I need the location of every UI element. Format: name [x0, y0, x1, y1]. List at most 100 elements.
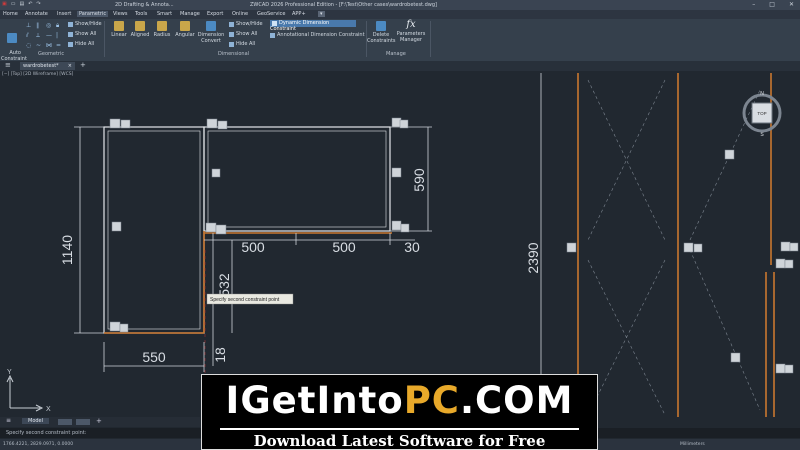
dimension-convert-button[interactable]: Dimension Convert: [197, 21, 225, 44]
parameters-manager-button[interactable]: fx Parameters Manager: [396, 19, 426, 43]
dimension-text-550[interactable]: 550: [142, 349, 166, 365]
menu-manage[interactable]: Manage: [180, 11, 200, 17]
constraint-grip[interactable]: [109, 118, 121, 129]
constraint-grip[interactable]: [111, 221, 122, 232]
constraint-grip[interactable]: [206, 118, 218, 129]
constraint-grip[interactable]: [119, 323, 129, 333]
coincident-icon[interactable]: ⊥: [26, 22, 34, 30]
symmetric-icon[interactable]: ⋈: [46, 42, 54, 49]
constraint-grip[interactable]: [391, 167, 402, 178]
menu-views[interactable]: Views: [113, 11, 127, 17]
workspace-selector[interactable]: 2D Drafting & Annota...: [115, 2, 174, 8]
view-cube-top[interactable]: TOP: [757, 111, 766, 116]
menu-tools[interactable]: Tools: [135, 11, 147, 17]
dim-show-hide-button[interactable]: Show/Hide: [229, 21, 263, 27]
radius-button[interactable]: Radius: [152, 21, 172, 38]
constraint-grip[interactable]: [784, 364, 794, 374]
dimension-text-590[interactable]: 590: [411, 168, 427, 192]
constraint-grip[interactable]: [789, 242, 799, 252]
geometric-show-hide-button[interactable]: Show/Hide: [68, 21, 102, 27]
linear-button[interactable]: Linear: [109, 21, 129, 38]
perpendicular-icon[interactable]: ⟂: [36, 32, 44, 40]
constraint-grip[interactable]: [693, 243, 703, 253]
app-logo-icon[interactable]: ▣: [2, 1, 7, 7]
geometric-hide-all-button[interactable]: Hide All: [68, 41, 94, 47]
dimension-text-2390[interactable]: 2390: [525, 242, 541, 273]
constraint-grip[interactable]: [399, 119, 409, 129]
constraint-grip[interactable]: [120, 119, 131, 129]
dimension-text-500-a[interactable]: 500: [241, 239, 265, 255]
redo-icon[interactable]: ↷: [36, 1, 40, 7]
dimension-text-30[interactable]: 30: [404, 239, 420, 255]
drawing-canvas[interactable]: 1140 590 500 500 30 532 550 18 2390 Spec…: [0, 70, 800, 417]
units-display[interactable]: Millimeters: [680, 442, 705, 447]
menu-geoservice[interactable]: GeoService: [257, 11, 286, 17]
vertical-icon[interactable]: |: [56, 32, 64, 40]
maximize-icon[interactable]: □: [769, 1, 775, 8]
tab-wardrobetest[interactable]: wardrobetest* ×: [20, 62, 75, 70]
constraint-grip[interactable]: [775, 258, 786, 269]
constraint-grip[interactable]: [205, 222, 217, 233]
undo-icon[interactable]: ↶: [28, 1, 32, 7]
menu-home[interactable]: Home: [3, 11, 18, 17]
dimensional-section-label: Dimensional: [218, 51, 250, 57]
constraint-grip[interactable]: [391, 220, 402, 231]
constraint-grip[interactable]: [775, 363, 786, 374]
constraint-grip[interactable]: [566, 242, 577, 253]
menu-annotate[interactable]: Annotate: [25, 11, 48, 17]
tab-model[interactable]: Model: [22, 418, 50, 424]
menu-export[interactable]: Export: [207, 11, 223, 17]
dimension-text-500-b[interactable]: 500: [332, 239, 356, 255]
menu-insert[interactable]: Insert: [57, 11, 71, 17]
geometric-show-all-button[interactable]: Show All: [68, 31, 96, 37]
constraint-grip[interactable]: [730, 352, 741, 363]
collinear-icon[interactable]: ∥: [36, 22, 44, 30]
view-cube-north[interactable]: N: [760, 91, 764, 97]
menu-parametric[interactable]: Parametric: [77, 11, 109, 17]
menu-icon[interactable]: ≡: [5, 61, 11, 69]
close-icon[interactable]: ✕: [789, 1, 794, 8]
horizontal-icon[interactable]: —: [46, 32, 54, 40]
save-icon[interactable]: ▤: [19, 1, 24, 7]
constraint-grip[interactable]: [391, 117, 402, 128]
equal-icon[interactable]: =: [56, 42, 64, 49]
dimension-text-1140[interactable]: 1140: [59, 235, 75, 265]
close-tab-icon[interactable]: ×: [68, 62, 72, 70]
add-layout-icon[interactable]: +: [96, 417, 102, 425]
tab-layout2[interactable]: [76, 419, 90, 425]
delete-constraints-button[interactable]: Delete Constraints: [367, 21, 396, 44]
concentric-icon[interactable]: ◎: [46, 22, 54, 30]
minimize-icon[interactable]: –: [752, 1, 755, 8]
dim-hide-all-button[interactable]: Hide All: [229, 41, 255, 47]
menu-smart[interactable]: Smart: [157, 11, 172, 17]
constraint-grip[interactable]: [109, 321, 121, 332]
menu-appplus[interactable]: APP+: [292, 11, 306, 17]
constraint-grip[interactable]: [400, 223, 410, 233]
parallel-icon[interactable]: ⫽: [26, 32, 34, 40]
angular-button[interactable]: Angular: [174, 21, 196, 38]
dimension-text-18[interactable]: 18: [212, 347, 228, 363]
constraint-grip[interactable]: [211, 168, 221, 178]
ribbon-toggle-icon[interactable]: ▾: [318, 11, 325, 17]
dim-show-all-button[interactable]: Show All: [229, 31, 257, 37]
fix-icon[interactable]: 🔒︎: [56, 22, 64, 30]
open-icon[interactable]: ▭: [11, 1, 16, 7]
aligned-button[interactable]: Aligned: [129, 21, 151, 38]
annotational-dimension-constraint-button[interactable]: Annotational Dimension Constraint: [270, 32, 365, 38]
new-tab-icon[interactable]: +: [80, 61, 86, 69]
dimension-text-532[interactable]: 532: [216, 273, 232, 297]
menu-online[interactable]: Online: [232, 11, 248, 17]
constraint-grip[interactable]: [683, 242, 694, 253]
constraint-grip[interactable]: [217, 120, 228, 130]
tangent-icon[interactable]: ◌: [26, 42, 34, 49]
dynamic-dimension-constraint-button[interactable]: Dynamic Dimension Constraint: [270, 20, 356, 32]
smooth-icon[interactable]: ~: [36, 42, 44, 49]
view-cube-south[interactable]: S: [760, 132, 764, 138]
constraint-grip[interactable]: [724, 149, 735, 160]
tab-layout1[interactable]: [58, 419, 72, 425]
view-cube[interactable]: TOP N S: [742, 91, 782, 138]
constraint-grip[interactable]: [780, 241, 791, 252]
menu-icon[interactable]: ≡: [6, 417, 11, 424]
constraint-grip[interactable]: [784, 259, 794, 269]
constraint-grip[interactable]: [215, 224, 227, 235]
